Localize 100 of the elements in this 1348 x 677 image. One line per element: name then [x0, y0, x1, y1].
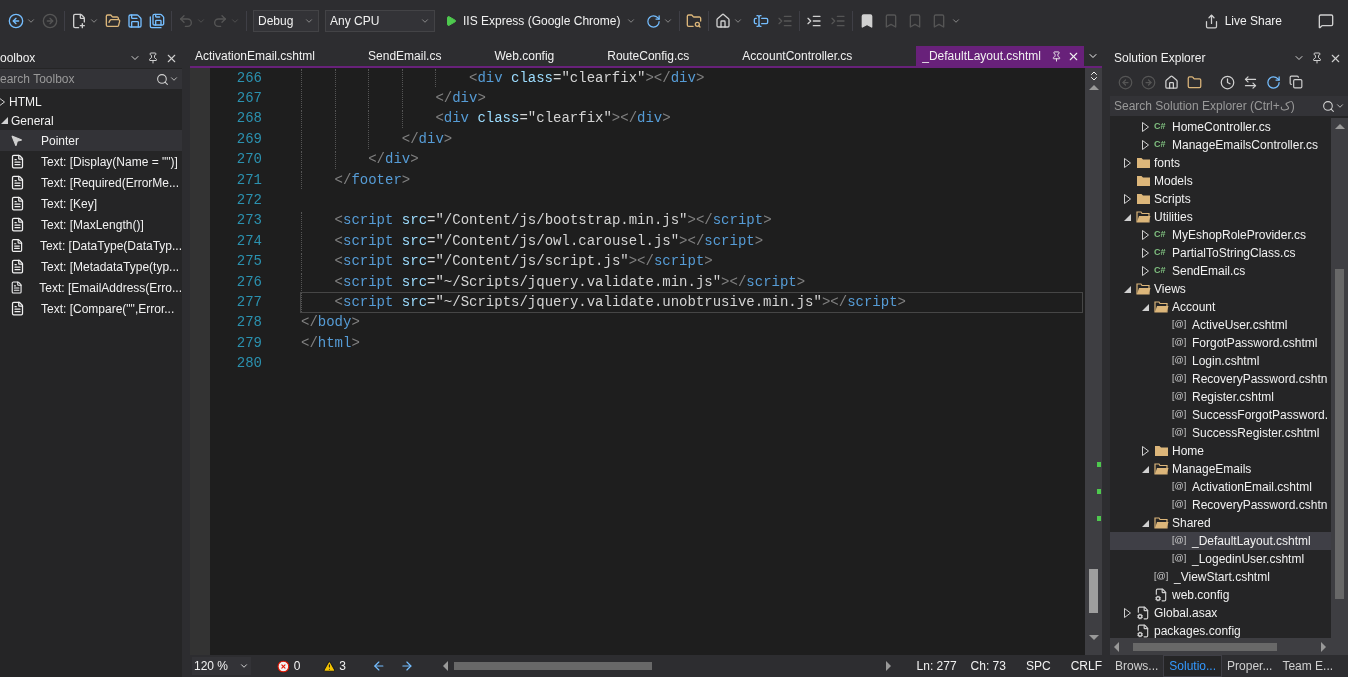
dropdown-caret-icon[interactable]	[663, 16, 674, 26]
pin-icon[interactable]	[1311, 52, 1323, 64]
tree-item[interactable]: fonts	[1110, 154, 1331, 172]
zoom-dropdown[interactable]: 120 %	[192, 657, 252, 675]
toolbox-item[interactable]: Text: [Display(Name = "")]	[0, 151, 182, 172]
vertical-scrollbar[interactable]	[1085, 68, 1102, 655]
scrollbar-thumb[interactable]	[454, 662, 653, 670]
expand-arrow-icon[interactable]	[1141, 140, 1149, 150]
tree-item[interactable]: ManageEmails	[1110, 460, 1331, 478]
collapse-arrow-icon[interactable]	[1141, 519, 1149, 527]
expand-arrow-icon[interactable]	[1123, 158, 1131, 168]
tree-item[interactable]: C# MyEshopRoleProvider.cs	[1110, 226, 1331, 244]
toolbox-item[interactable]: Text: [DataType(DataTyp...	[0, 235, 182, 256]
dropdown-caret-icon[interactable]	[26, 16, 36, 26]
tree-item[interactable]: [@] ActiveUser.cshtml	[1110, 316, 1331, 334]
tree-item[interactable]: [@] SuccessRegister.cshtml	[1110, 424, 1331, 442]
collapse-arrow-icon[interactable]	[1123, 285, 1131, 293]
save-icon[interactable]	[127, 13, 143, 29]
run-button[interactable]: IIS Express (Google Chrome)	[443, 10, 639, 32]
editor-tab[interactable]: _DefaultLayout.cshtml	[916, 46, 1084, 66]
expand-arrow-icon[interactable]	[1141, 230, 1149, 240]
tree-item[interactable]: Home	[1110, 442, 1331, 460]
scrollbar-thumb[interactable]	[1335, 269, 1344, 599]
tree-item[interactable]: [@] ActivationEmail.cshtml	[1110, 478, 1331, 496]
refresh-icon[interactable]	[1266, 74, 1281, 90]
editor-tab[interactable]: RouteConfig.cs	[602, 46, 738, 66]
folder-search-icon[interactable]	[686, 13, 703, 29]
toolbox-item[interactable]: Pointer	[0, 130, 182, 151]
editor-tab[interactable]: SendEmail.cs	[363, 46, 490, 66]
caret-icon[interactable]	[1335, 101, 1345, 111]
feedback-icon[interactable]	[1318, 13, 1334, 29]
panel-tab[interactable]: Solutio...	[1163, 655, 1223, 677]
back-icon[interactable]	[371, 659, 386, 673]
dropdown-caret-icon[interactable]	[733, 16, 744, 26]
editor-tab[interactable]: AccountController.cs	[737, 46, 901, 66]
platform-dropdown[interactable]: Any CPU	[325, 10, 435, 32]
horizontal-scrollbar[interactable]	[443, 659, 891, 673]
dropdown-caret-icon[interactable]	[89, 16, 99, 26]
panel-tab[interactable]: Team E...	[1277, 655, 1339, 677]
configuration-dropdown[interactable]: Debug	[253, 10, 319, 32]
vertical-scrollbar[interactable]	[1331, 118, 1348, 638]
pin-icon[interactable]	[1051, 50, 1062, 62]
tree-item[interactable]: [@] RecoveryPassword.cshtn	[1110, 496, 1331, 514]
tree-item[interactable]: Scripts	[1110, 190, 1331, 208]
tree-item[interactable]: Views	[1110, 280, 1331, 298]
tree-item[interactable]: Shared	[1110, 514, 1331, 532]
sync-icon[interactable]	[1243, 74, 1258, 90]
caret-icon[interactable]	[169, 74, 179, 84]
tree-item[interactable]: packages.config	[1110, 622, 1331, 638]
tree-item[interactable]: Models	[1110, 172, 1331, 190]
panel-tab[interactable]: Proper...	[1222, 655, 1278, 677]
dropdown-caret-icon[interactable]	[951, 16, 962, 26]
expand-arrow-icon[interactable]	[1141, 248, 1149, 258]
tree-item[interactable]: C# ManageEmailsController.cs	[1110, 136, 1331, 154]
toolbox-item[interactable]: Text: [Key]	[0, 193, 182, 214]
collapse-arrow-icon[interactable]	[1123, 213, 1131, 221]
tree-item[interactable]: C# HomeController.cs	[1110, 118, 1331, 136]
cursor-icon[interactable]	[753, 13, 770, 29]
tree-item[interactable]: [@] SuccessForgotPassword.	[1110, 406, 1331, 424]
expand-arrow-icon[interactable]	[1141, 266, 1149, 276]
tree-item[interactable]: [@] Register.cshtml	[1110, 388, 1331, 406]
tree-item[interactable]: [@] _LogedinUser.cshtml	[1110, 550, 1331, 568]
collapse-arrow-icon[interactable]	[1141, 303, 1149, 311]
editor-tab[interactable]: ActivationEmail.cshtml	[190, 46, 364, 66]
tree-item[interactable]: Account	[1110, 298, 1331, 316]
expand-arrow-icon[interactable]	[1141, 446, 1149, 456]
tree-item[interactable]: web.config	[1110, 586, 1331, 604]
toolbox-group[interactable]: HTML	[0, 92, 182, 111]
live-share-button[interactable]: Live Share	[1203, 12, 1282, 30]
search-icon[interactable]	[1322, 99, 1335, 113]
toolbox-item[interactable]: Text: [Required(ErrorMe...	[0, 172, 182, 193]
collapse-arrow-icon[interactable]	[1141, 465, 1149, 473]
open-folder-icon[interactable]	[105, 13, 121, 29]
horizontal-scrollbar[interactable]	[1110, 638, 1348, 655]
back-icon[interactable]	[8, 13, 24, 29]
toolbox-group[interactable]: General	[0, 111, 182, 130]
expand-arrow-icon[interactable]	[1141, 122, 1149, 132]
home-icon[interactable]	[1164, 74, 1179, 90]
tree-item[interactable]: [@] _DefaultLayout.cshtml	[1110, 532, 1331, 550]
scrollbar-thumb[interactable]	[1133, 642, 1277, 651]
tree-item[interactable]: Global.asax	[1110, 604, 1331, 622]
forward-icon[interactable]	[399, 659, 414, 673]
tree-item[interactable]: [@] RecoveryPassword.cshtn	[1110, 370, 1331, 388]
save-all-icon[interactable]	[149, 13, 165, 29]
toolbox-item[interactable]: Text: [EmailAddress(Erro...	[0, 277, 182, 298]
search-icon[interactable]	[156, 72, 169, 86]
panel-tab[interactable]: Brows...	[1110, 655, 1164, 677]
new-file-icon[interactable]	[71, 13, 87, 29]
refresh-icon[interactable]	[646, 13, 662, 29]
pin-icon[interactable]	[147, 52, 159, 64]
expand-arrow-icon[interactable]	[1123, 608, 1131, 618]
scrollbar-thumb[interactable]	[1089, 569, 1098, 613]
tree-item[interactable]: [@] Login.cshtml	[1110, 352, 1331, 370]
expand-arrow-icon[interactable]	[1123, 194, 1131, 204]
tree-item[interactable]: [@] ForgotPassword.cshtml	[1110, 334, 1331, 352]
toolbox-item[interactable]: Text: [Compare("",Error...	[0, 298, 182, 319]
editor-tab[interactable]: Web.config	[489, 46, 603, 66]
toolbox-item[interactable]: Text: [MaxLength()]	[0, 214, 182, 235]
home-icon[interactable]	[715, 13, 732, 29]
tree-item[interactable]: Utilities	[1110, 208, 1331, 226]
